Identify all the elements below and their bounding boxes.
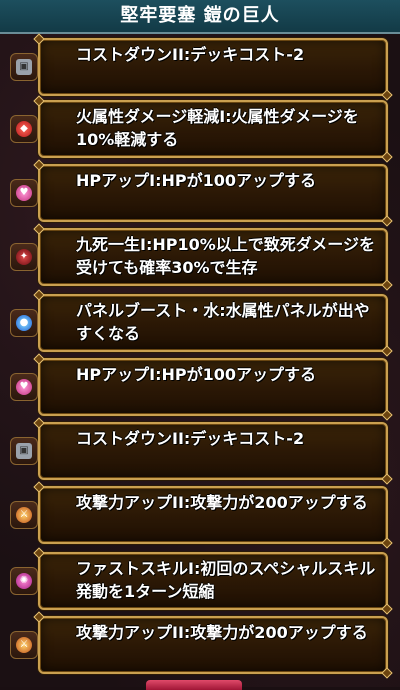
list-item[interactable]: ⚔ 攻撃力アップII:攻撃力が200アップする [10, 616, 388, 674]
cost-down-icon: ▣ [10, 53, 38, 81]
list-item[interactable]: ♥ HPアップI:HPが100アップする [10, 358, 388, 416]
ability-text: 九死一生I:HP10%以上で致死ダメージを受けても確率30%で生存 [76, 235, 375, 277]
bottom-button[interactable] [146, 680, 242, 690]
ability-text: HPアップI:HPが100アップする [76, 171, 316, 190]
ability-text: 攻撃力アップII:攻撃力が200アップする [76, 493, 368, 512]
ability-text: 攻撃力アップII:攻撃力が200アップする [76, 623, 368, 642]
attack-up-icon: ⚔ [10, 631, 38, 659]
heart-icon: ♥ [10, 373, 38, 401]
list-item[interactable]: ✺ ファストスキルI:初回のスペシャルスキル発動を1ターン短縮 [10, 552, 388, 610]
skill-icon: ✺ [10, 567, 38, 595]
list-item[interactable]: ♥ HPアップI:HPが100アップする [10, 164, 388, 222]
heart-icon: ♥ [10, 179, 38, 207]
attack-up-icon: ⚔ [10, 501, 38, 529]
ability-text: パネルブースト・水:水属性パネルが出やすくなる [76, 301, 370, 343]
page-title: 堅牢要塞 鎧の巨人 [0, 0, 400, 34]
list-item[interactable]: ▣ コストダウンII:デッキコスト-2 [10, 38, 388, 96]
death-resist-icon: ✦ [10, 243, 38, 271]
ability-text: コストダウンII:デッキコスト-2 [76, 429, 305, 448]
list-item[interactable]: ◆ 火属性ダメージ軽減I:火属性ダメージを10%軽減する [10, 100, 388, 158]
list-item[interactable]: ✦ 九死一生I:HP10%以上で致死ダメージを受けても確率30%で生存 [10, 228, 388, 286]
cost-down-icon: ▣ [10, 437, 38, 465]
list-item[interactable]: ▣ コストダウンII:デッキコスト-2 [10, 422, 388, 480]
list-item[interactable]: ⚔ 攻撃力アップII:攻撃力が200アップする [10, 486, 388, 544]
ability-text: コストダウンII:デッキコスト-2 [76, 45, 305, 64]
list-item[interactable]: ● パネルブースト・水:水属性パネルが出やすくなる [10, 294, 388, 352]
water-orb-icon: ● [10, 309, 38, 337]
ability-text: 火属性ダメージ軽減I:火属性ダメージを10%軽減する [76, 107, 359, 149]
fire-shield-icon: ◆ [10, 115, 38, 143]
ability-text: ファストスキルI:初回のスペシャルスキル発動を1ターン短縮 [76, 559, 376, 601]
ability-text: HPアップI:HPが100アップする [76, 365, 316, 384]
